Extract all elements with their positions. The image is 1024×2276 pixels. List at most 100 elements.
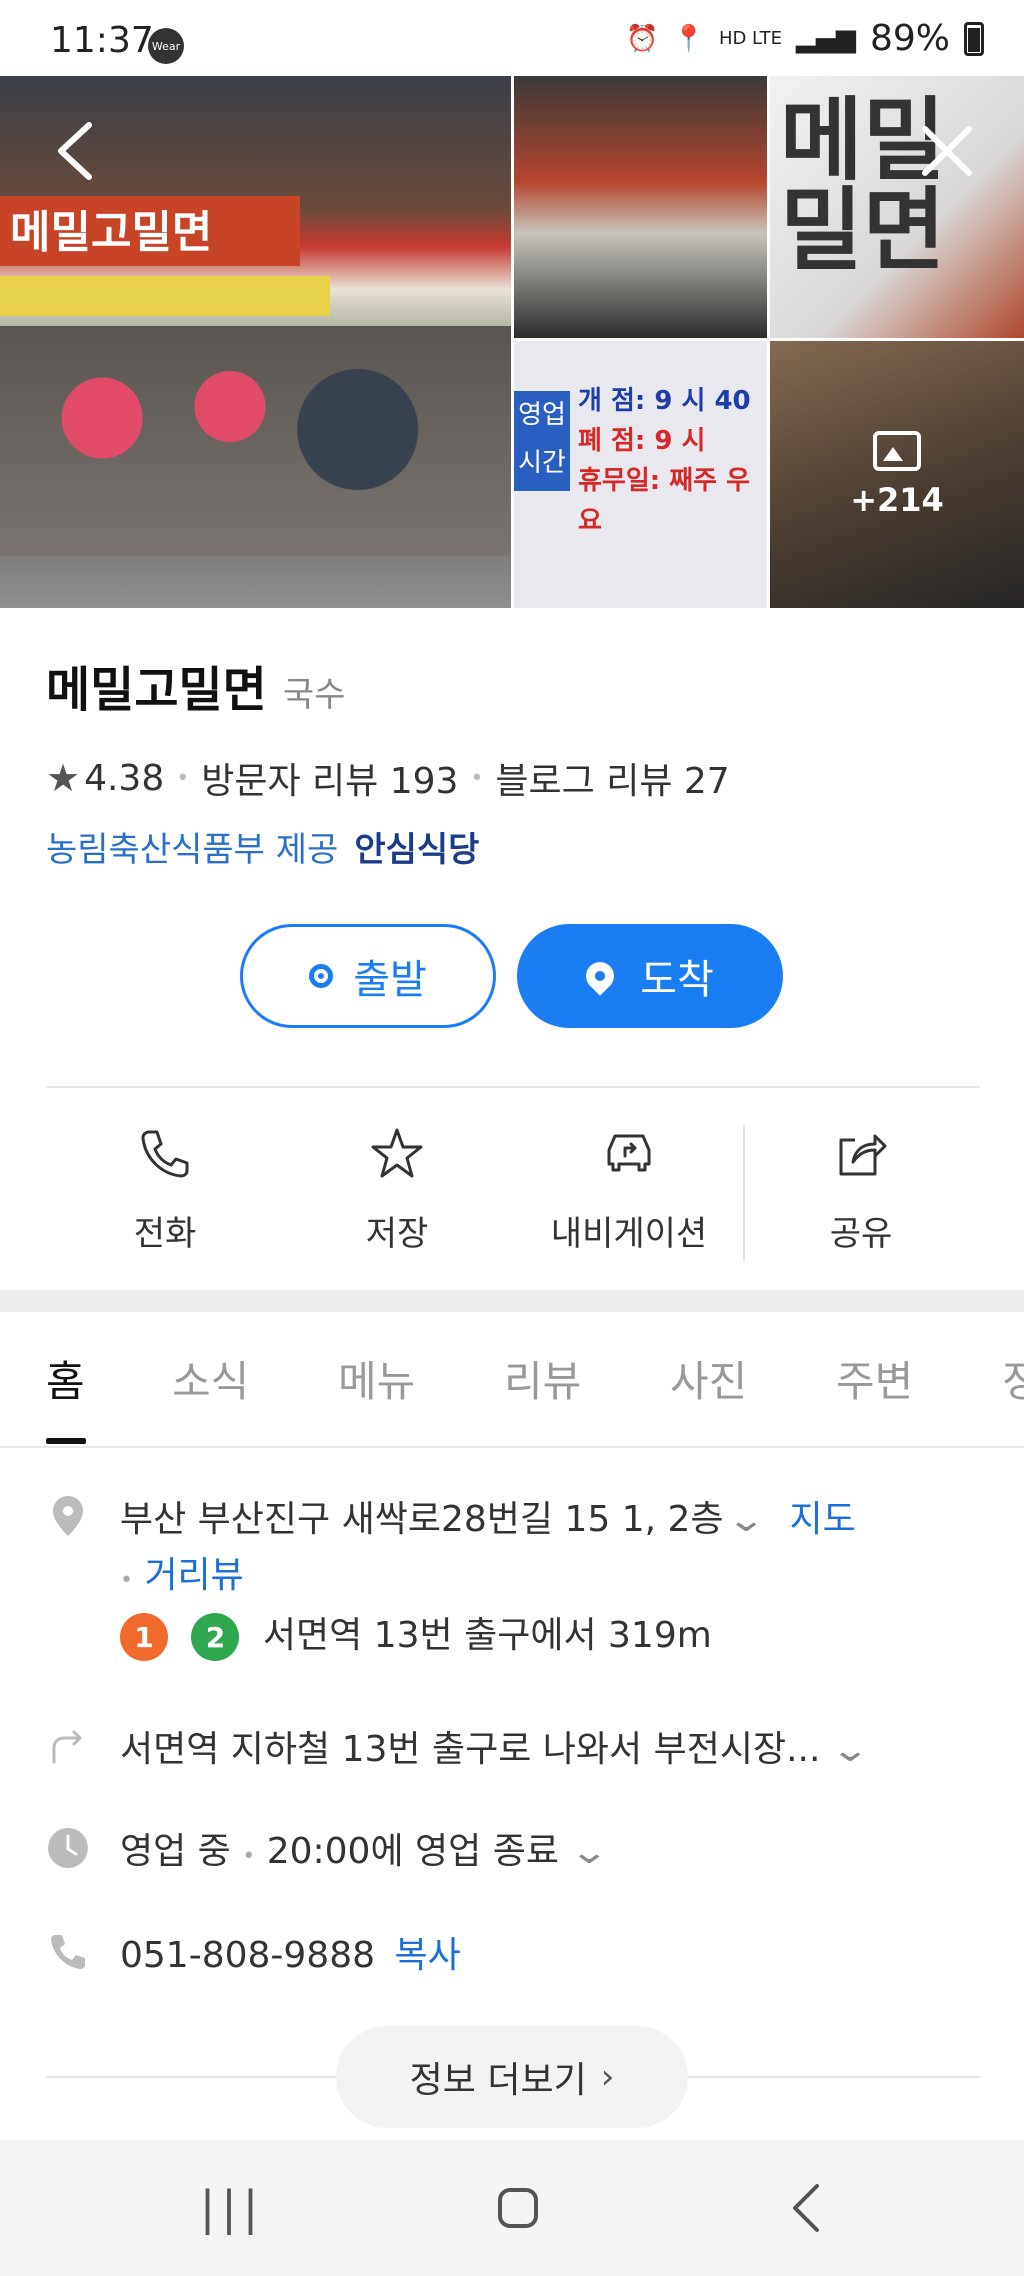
close-button[interactable] [912, 116, 982, 186]
section-separator [0, 1290, 1024, 1312]
action-bar: 전화 저장 내비게이션 공유 [46, 1110, 980, 1262]
hours-status: 영업 중 [120, 1831, 231, 1872]
more-photos-button[interactable]: +214 [770, 341, 1024, 608]
tab-news[interactable]: 소식 [172, 1348, 249, 1409]
photo-hours-board[interactable]: 영업 시간 개 점: 9 시 40 폐 점: 9 시 휴무일: 째주 우요 [514, 341, 767, 608]
turn-right-icon [52, 1730, 82, 1764]
rating-value: 4.38 [84, 757, 165, 799]
map-link[interactable]: 지도 [789, 1499, 855, 1540]
hours-line: 영업 중 • 20:00에 영업 종료 ⌄ [120, 1822, 609, 1874]
phone-icon [51, 1935, 85, 1969]
home-icon [498, 2188, 538, 2228]
chevron-left-icon [793, 2184, 819, 2232]
tab-info[interactable]: 정 [1002, 1348, 1024, 1409]
visitor-reviews-link[interactable]: 방문자 리뷰 193 [201, 752, 458, 804]
photo-sign[interactable]: 메밀 밀면 [770, 76, 1024, 338]
photo-crowd [0, 326, 511, 556]
photo-hours-line: 휴무일: 째주 우요 [578, 466, 751, 536]
more-photos-count: +214 [850, 480, 944, 519]
status-icons: ⏰ 📍 HD LTE ▂▄▆ 89% [626, 18, 984, 59]
subway-line-1-badge: 1 [120, 1613, 168, 1661]
blog-reviews-link[interactable]: 블로그 리뷰 27 [495, 752, 729, 804]
tab-bar: 홈 소식 메뉴 리뷰 사진 주변 정 [0, 1312, 1024, 1448]
status-time: 11:37 [50, 20, 154, 61]
system-back-button[interactable] [766, 2178, 846, 2238]
address-row: 부산 부산진구 새싹로28번길 15 1, 2층⌄ 지도 • 거리뷰 1 2 서… [46, 1490, 986, 1661]
back-button[interactable] [40, 116, 110, 186]
copy-phone-button[interactable]: 복사 [394, 1935, 460, 1976]
share-icon [839, 1134, 887, 1176]
tab-photos[interactable]: 사진 [670, 1348, 747, 1409]
image-icon [873, 430, 921, 471]
more-info-button[interactable]: 정보 더보기 › [336, 2026, 688, 2128]
phone-icon [141, 1130, 189, 1178]
address-line: 부산 부산진구 새싹로28번길 15 1, 2층⌄ 지도 [120, 1490, 856, 1542]
navigation-button[interactable]: 내비게이션 [524, 1110, 734, 1260]
street-view-link[interactable]: 거리뷰 [144, 1555, 243, 1596]
location-pin-icon [53, 1496, 83, 1536]
chevron-down-icon[interactable]: ⌄ [569, 1832, 609, 1872]
chevron-down-icon[interactable]: ⌄ [726, 1500, 766, 1540]
subway-distance-text: 서면역 13번 출구에서 319m [262, 1615, 712, 1656]
battery-percent: 89% [869, 18, 950, 59]
signal-icon: ▂▄▆ [795, 23, 856, 54]
network-label: HD LTE [718, 28, 782, 49]
status-bar: 11:37 Wear ⏰ 📍 HD LTE ▂▄▆ 89% [0, 0, 1024, 76]
arrive-route-label: 도착 [640, 957, 714, 1003]
tab-nearby[interactable]: 주변 [836, 1348, 913, 1409]
photo-gallery: 메밀고밀면 메밀 밀면 영업 시간 개 점: 9 시 40 폐 점: 9 시 휴… [0, 76, 1024, 608]
more-info-label: 정보 더보기 [409, 2060, 587, 2101]
home-button[interactable] [478, 2178, 558, 2238]
location-icon: 📍 [672, 23, 705, 54]
directions-line: 서면역 지하철 13번 출구로 나와서 부전시장... ⌄ [120, 1720, 871, 1772]
place-name: 메밀고밀면 [46, 662, 267, 718]
battery-icon [964, 21, 984, 56]
arrive-route-button[interactable]: 도착 [517, 924, 783, 1028]
photo-store-sign: 메밀고밀면 [0, 196, 300, 266]
share-button[interactable]: 공유 [756, 1110, 966, 1260]
share-label: 공유 [829, 1214, 893, 1254]
chevron-right-icon: › [600, 2057, 615, 2097]
origin-icon [309, 964, 334, 988]
hours-row[interactable]: 영업 중 • 20:00에 영업 종료 ⌄ [46, 1822, 986, 1872]
divider [46, 1086, 980, 1088]
photo-entrance[interactable] [514, 76, 767, 338]
safe-restaurant-badge: 안심식당 [354, 830, 480, 870]
star-icon: ★ [46, 756, 81, 800]
save-button[interactable]: 저장 [292, 1110, 502, 1260]
chevron-down-icon[interactable]: ⌄ [831, 1730, 871, 1770]
save-label: 저장 [365, 1214, 429, 1254]
navigation-label: 내비게이션 [550, 1214, 708, 1254]
phone-row: 051-808-9888 복사 [46, 1926, 986, 1976]
car-icon [607, 1134, 651, 1172]
alarm-icon: ⏰ [626, 23, 659, 54]
close-icon [922, 126, 972, 176]
provider-link[interactable]: 농림축산식품부 제공 [46, 822, 338, 871]
phone-number[interactable]: 051-808-9888 [120, 1935, 375, 1976]
action-separator [743, 1124, 745, 1262]
call-button[interactable]: 전화 [60, 1110, 270, 1260]
photo-hours-line: 개 점: 9 시 40 [578, 386, 751, 416]
recent-apps-button[interactable]: ||| [192, 2178, 272, 2238]
separator-dot: • [470, 765, 484, 791]
directions-row[interactable]: 서면역 지하철 13번 출구로 나와서 부전시장... ⌄ [46, 1720, 986, 1770]
tab-menu[interactable]: 메뉴 [338, 1348, 415, 1409]
hours-detail: 20:00에 영업 종료 [266, 1831, 559, 1872]
directions-text: 서면역 지하철 13번 출구로 나와서 부전시장... [120, 1729, 821, 1770]
photo-banner [0, 276, 330, 316]
separator-dot: • [120, 1568, 133, 1593]
start-route-button[interactable]: 출발 [240, 924, 496, 1028]
system-nav-bar: ||| [0, 2140, 1024, 2276]
photo-hours-line: 폐 점: 9 시 [578, 426, 706, 456]
start-route-label: 출발 [353, 957, 427, 1003]
tab-home[interactable]: 홈 [46, 1348, 85, 1409]
rating-row: ★ 4.38 • 방문자 리뷰 193 • 블로그 리뷰 27 [46, 752, 730, 804]
tab-reviews[interactable]: 리뷰 [504, 1348, 581, 1409]
subway-line: 1 2 서면역 13번 출구에서 319m [120, 1606, 712, 1661]
pin-icon [580, 956, 620, 996]
address-text: 부산 부산진구 새싹로28번길 15 1, 2층 [120, 1499, 724, 1540]
tab-active-indicator [46, 1438, 86, 1444]
street-view-line: • 거리뷰 [120, 1546, 244, 1598]
place-category: 국수 [282, 675, 346, 715]
separator-dot: • [176, 765, 190, 791]
